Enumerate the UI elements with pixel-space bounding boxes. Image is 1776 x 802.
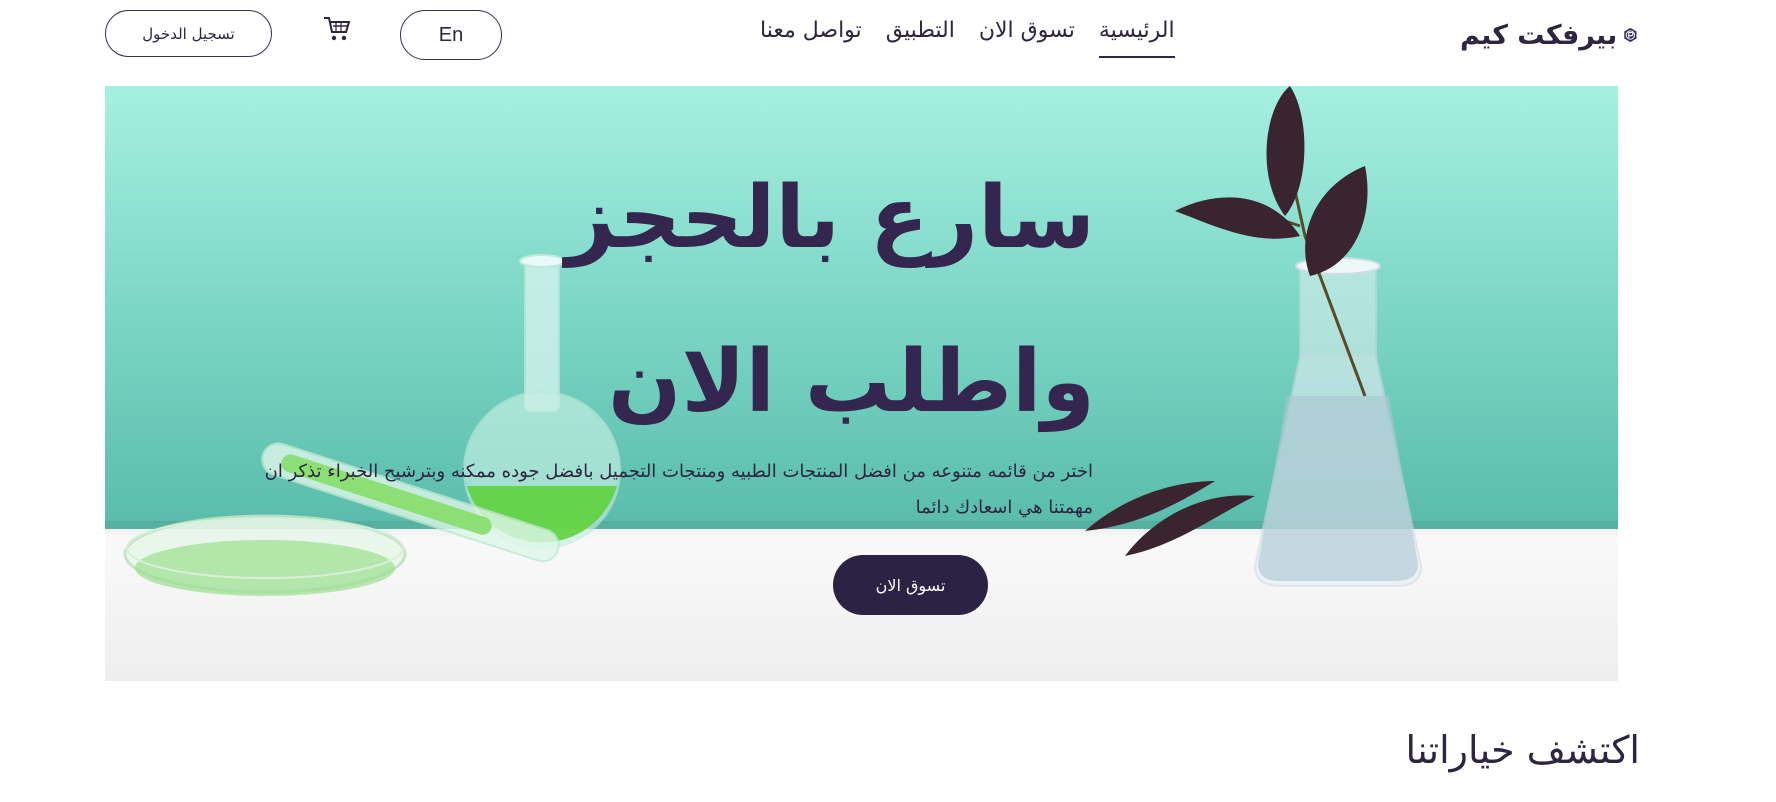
brand-logo[interactable]: بيرفكت كيم bbox=[1460, 12, 1638, 58]
language-toggle-button[interactable]: En bbox=[400, 10, 502, 60]
shop-now-button[interactable]: تسوق الان bbox=[833, 555, 988, 615]
hero-banner: سارع بالحجز واطلب الان اختر من قائمه متن… bbox=[105, 86, 1618, 681]
main-nav: الرئيسية تسوق الان التطبيق تواصل معنا bbox=[760, 18, 1175, 58]
brand-name: بيرفكت كيم bbox=[1460, 19, 1618, 51]
nav-item-shop[interactable]: تسوق الان bbox=[979, 18, 1075, 58]
section-title: اكتشف خياراتنا bbox=[1405, 728, 1641, 772]
top-navbar: تسجيل الدخول En الرئيسية تسوق الان التطب… bbox=[0, 0, 1776, 72]
cart-icon[interactable] bbox=[322, 14, 352, 44]
nav-item-app[interactable]: التطبيق bbox=[886, 18, 955, 58]
hero-title: سارع بالحجز واطلب الان bbox=[565, 168, 1095, 432]
login-button[interactable]: تسجيل الدخول bbox=[105, 10, 272, 57]
nav-item-contact[interactable]: تواصل معنا bbox=[760, 18, 862, 58]
hero-description: اختر من قائمه متنوعه من افضل المنتجات ال… bbox=[264, 461, 1093, 518]
p-logo-icon bbox=[1624, 27, 1637, 43]
nav-item-home[interactable]: الرئيسية bbox=[1098, 18, 1175, 58]
